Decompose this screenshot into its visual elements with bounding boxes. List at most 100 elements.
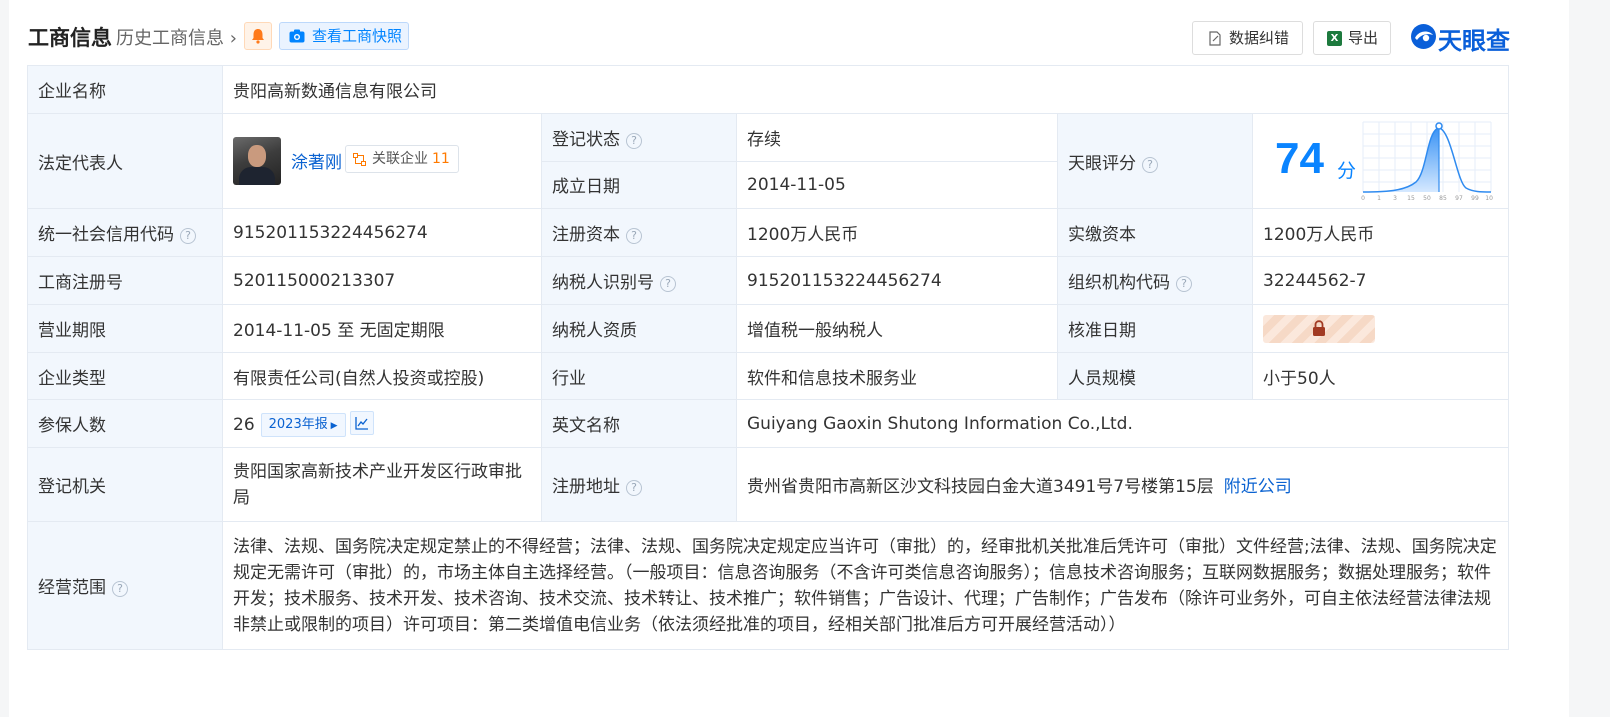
reg-authority-value: 贵阳国家高新技术产业开发区行政审批局 (222, 447, 542, 522)
nearby-companies-link[interactable]: 附近公司 (1224, 477, 1292, 497)
camera-icon (289, 29, 305, 43)
scope-label: 经营范围? (27, 521, 223, 650)
score-value: 74 (1275, 134, 1324, 183)
reg-capital-label-text: 注册资本 (552, 225, 620, 245)
org-code-value: 32244562-7 (1252, 256, 1509, 305)
lock-icon (1313, 319, 1325, 336)
section-header: 工商信息 历史工商信息 › 查看工商快照 数据纠错 X 导出 天眼查 (28, 20, 1548, 56)
company-name-label: 企业名称 (27, 65, 223, 114)
industry-value: 软件和信息技术服务业 (736, 352, 1058, 400)
data-error-label: 数据纠错 (1229, 29, 1290, 47)
term-label: 营业期限 (27, 304, 223, 353)
score-distribution-chart: 0 1 3 15 50 85 97 99 100 (1361, 121, 1493, 202)
est-date-value: 2014-11-05 (736, 160, 1058, 209)
section-title: 工商信息 (28, 26, 112, 50)
legal-rep-block: 涂著刚 关联企业 11 (233, 137, 531, 185)
table-row: 工商注册号 520115000213307 纳税人识别号? 9152011532… (27, 256, 1509, 305)
credit-code-label: 统一社会信用代码? (27, 208, 223, 257)
excel-icon: X (1327, 31, 1342, 46)
biz-reg-no-label: 工商注册号 (27, 256, 223, 305)
business-info-table: 企业名称 贵阳高新数通信息有限公司 法定代表人 涂著刚 关联企业 11 登记状态?… (27, 65, 1509, 650)
help-icon[interactable]: ? (112, 581, 128, 597)
table-row: 企业名称 贵阳高新数通信息有限公司 (27, 65, 1509, 114)
history-link[interactable]: 历史工商信息 › (116, 24, 237, 50)
paid-capital-value: 1200万人民币 (1252, 208, 1509, 257)
trend-chart-button[interactable] (349, 410, 374, 435)
company-name-value: 贵阳高新数通信息有限公司 (222, 65, 1509, 114)
annual-report-year-label: 2023年报 (268, 416, 328, 432)
reg-address-label: 注册地址? (541, 447, 737, 522)
annual-report-year-button[interactable]: 2023年报 ▶ (260, 412, 346, 437)
score-label-text: 天眼评分 (1068, 153, 1136, 174)
locked-value-button[interactable] (1263, 314, 1375, 343)
table-row: 登记机关 贵阳国家高新技术产业开发区行政审批局 注册地址? 贵州省贵阳市高新区沙… (27, 447, 1509, 522)
reg-status-label: 登记状态? (541, 113, 737, 162)
help-icon[interactable]: ? (1176, 276, 1192, 292)
paid-capital-label: 实缴资本 (1057, 208, 1253, 257)
scope-label-text: 经营范围 (38, 578, 106, 598)
english-name-value: Guiyang Gaoxin Shutong Information Co.,L… (736, 399, 1509, 448)
avatar[interactable] (233, 137, 281, 185)
table-row: 营业期限 2014-11-05 至 无固定期限 纳税人资质 增值税一般纳税人 核… (27, 304, 1509, 353)
legal-rep-cell: 涂著刚 关联企业 11 (222, 113, 542, 209)
reg-status-value: 存续 (736, 113, 1058, 162)
english-name-label: 英文名称 (541, 399, 737, 448)
score-tick-label: 85 (1439, 195, 1447, 202)
taxpayer-id-label-text: 纳税人识别号 (552, 273, 654, 293)
approval-date-label: 核准日期 (1057, 304, 1253, 353)
table-row: 经营范围? 法律、法规、国务院决定规定禁止的不得经营；法律、法规、国务院决定规定… (27, 521, 1509, 650)
score-tick-label: 97 (1455, 195, 1463, 202)
legal-rep-link[interactable]: 涂著刚 (291, 148, 342, 173)
history-link-label: 历史工商信息 (116, 28, 224, 49)
reg-status-label-text: 登记状态 (552, 129, 620, 150)
reg-address-cell: 贵州省贵阳市高新区沙文科技园白金大道3491号7号楼第15层 附近公司 (736, 447, 1509, 522)
caret-right-icon: ▶ (327, 420, 338, 431)
type-label: 企业类型 (27, 352, 223, 400)
scope-value: 法律、法规、国务院决定规定禁止的不得经营；法律、法规、国务院决定规定应当许可（审… (222, 521, 1509, 650)
industry-label: 行业 (541, 352, 737, 400)
taxpayer-id-label: 纳税人识别号? (541, 256, 737, 305)
score-cell: 74 分 0 1 3 15 50 85 97 99 100 (1252, 113, 1509, 209)
help-icon[interactable]: ? (626, 228, 642, 244)
reg-authority-label: 登记机关 (27, 447, 223, 522)
score-tick-label: 100 (1485, 195, 1493, 202)
reg-address-label-text: 注册地址 (552, 477, 620, 497)
help-icon[interactable]: ? (626, 132, 642, 149)
related-label: 关联企业 (372, 151, 428, 167)
data-error-button[interactable]: 数据纠错 (1192, 21, 1303, 55)
help-icon[interactable]: ? (626, 480, 642, 496)
snapshot-button-label: 查看工商快照 (312, 27, 403, 45)
est-date-label: 成立日期 (541, 160, 737, 209)
table-row: 企业类型 有限责任公司(自然人投资或控股) 行业 软件和信息技术服务业 人员规模… (27, 352, 1509, 400)
taxpayer-qual-value: 增值税一般纳税人 (736, 304, 1058, 353)
trend-chart-icon (354, 416, 368, 430)
export-button[interactable]: X 导出 (1313, 21, 1391, 55)
help-icon[interactable]: ? (1142, 156, 1158, 173)
table-row: 统一社会信用代码? 915201153224456274 注册资本? 1200万… (27, 208, 1509, 257)
taxpayer-qual-label: 纳税人资质 (541, 304, 737, 353)
related-companies-button[interactable]: 关联企业 11 (345, 145, 459, 173)
reg-address-value: 贵州省贵阳市高新区沙文科技园白金大道3491号7号楼第15层 (747, 477, 1214, 497)
score-tick-label: 1 (1377, 195, 1381, 202)
snapshot-button[interactable]: 查看工商快照 (279, 22, 409, 50)
term-value: 2014-11-05 至 无固定期限 (222, 304, 542, 353)
export-label: 导出 (1348, 29, 1379, 47)
follow-bell-button[interactable] (244, 22, 272, 50)
score-tick-label: 0 (1361, 195, 1365, 202)
score-block[interactable]: 74 分 0 1 3 15 50 85 97 99 100 (1263, 114, 1498, 208)
score-tick-label: 15 (1407, 195, 1415, 202)
org-code-label: 组织机构代码? (1057, 256, 1253, 305)
org-code-label-text: 组织机构代码 (1068, 273, 1170, 293)
logo-eye-icon (1411, 24, 1436, 49)
score-tick-label: 50 (1423, 195, 1431, 202)
network-icon (353, 153, 366, 166)
edit-doc-icon (1209, 31, 1221, 46)
chevron-right-icon: › (224, 28, 237, 49)
help-icon[interactable]: ? (180, 228, 196, 244)
score-tick-label: 3 (1393, 195, 1397, 202)
table-row: 参保人数 26 2023年报 ▶ 英文名称 Guiyang Gaoxin Shut… (27, 399, 1509, 448)
staff-size-label: 人员规模 (1057, 352, 1253, 400)
help-icon[interactable]: ? (660, 276, 676, 292)
insured-value: 26 (233, 414, 255, 435)
credit-code-label-text: 统一社会信用代码 (38, 225, 174, 245)
